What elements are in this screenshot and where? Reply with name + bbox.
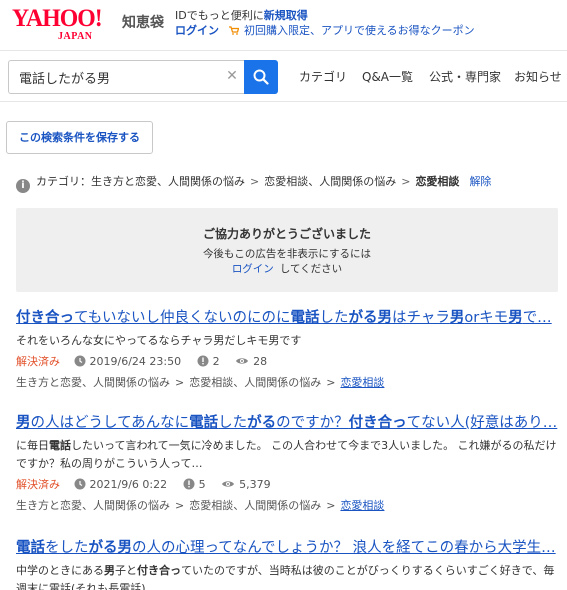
category-filter: i カテゴリ：生き方と恋愛、人間関係の悩み > 恋愛相談、人間関係の悩み > 恋愛相談 解除 bbox=[16, 173, 491, 193]
info-icon: i bbox=[16, 179, 30, 193]
coupon-promo-link[interactable]: 初回購入限定、アプリで使えるお得なクーポン bbox=[244, 24, 475, 37]
result-path-2[interactable]: 恋愛相談、人間関係の悩み bbox=[189, 376, 321, 389]
clock-icon bbox=[74, 478, 85, 490]
save-search-condition-button[interactable]: この検索条件を保存する bbox=[6, 121, 153, 154]
search-box: ✕ bbox=[8, 60, 244, 94]
register-link[interactable]: 新規取得 bbox=[264, 9, 308, 22]
result-item: 電話をしたがる男の人の心理ってなんでしょうか？ 浪人を経てこの春から大学生… 中… bbox=[16, 538, 558, 590]
search-icon bbox=[253, 69, 269, 85]
answer-count: 2 bbox=[212, 355, 220, 368]
cart-icon bbox=[228, 26, 239, 35]
logo-japan-text: JAPAN bbox=[58, 31, 93, 42]
result-path-3[interactable]: 恋愛相談 bbox=[340, 376, 384, 389]
result-snippet: 中学のときにある男子と付き合っていたのですが、当時私は彼のことがびっくりするくら… bbox=[16, 564, 555, 590]
nav-category[interactable]: カテゴリ bbox=[299, 68, 347, 85]
search-bar-row: ✕ カテゴリ Q&A一覧 公式・専門家 お知らせ bbox=[0, 50, 567, 102]
answer-count-icon bbox=[197, 355, 209, 367]
result-path-1[interactable]: 生き方と恋愛、人間関係の悩み bbox=[16, 499, 170, 512]
category-clear-link[interactable]: 解除 bbox=[469, 175, 491, 188]
view-count: 5,379 bbox=[239, 478, 271, 491]
answer-count-icon bbox=[183, 478, 195, 490]
view-count-icon bbox=[236, 358, 249, 364]
logo-chiebukuro-text[interactable]: 知恵袋 bbox=[122, 12, 164, 32]
result-title[interactable]: 付き合ってもいないし仲良くないのにのに電話したがる男はチャラ男orキモ男で… bbox=[16, 308, 558, 328]
category-current: 恋愛相談 bbox=[415, 175, 460, 188]
nav-notices[interactable]: お知らせ bbox=[514, 68, 562, 85]
yahoo-chiebukuro-logo[interactable]: YAHOO! JAPAN bbox=[12, 5, 120, 43]
ad-login-link[interactable]: ログイン bbox=[232, 263, 274, 275]
result-path-1[interactable]: 生き方と恋愛、人間関係の悩み bbox=[16, 376, 170, 389]
search-button[interactable] bbox=[244, 60, 278, 94]
ad-login-suffix: してください bbox=[279, 263, 343, 275]
promo-prefix: IDでもっと便利に bbox=[175, 9, 264, 22]
result-item: 男の人はどうしてあんなに電話したがるのですか？付き合ってない人(好意はあり… に… bbox=[16, 413, 558, 514]
result-title[interactable]: 電話をしたがる男の人の心理ってなんでしょうか？ 浪人を経てこの春から大学生… bbox=[16, 538, 558, 558]
promo-area: IDでもっと便利に新規取得 ログイン 初回購入限定、アプリで使えるお得なクーポン bbox=[175, 8, 475, 38]
result-meta: 解決済み 2021/9/6 0:22 5 5,379 bbox=[16, 477, 558, 493]
category-path-2[interactable]: 恋愛相談、人間関係の悩み bbox=[264, 175, 396, 188]
result-category-path: 生き方と恋愛、人間関係の悩み > 恋愛相談、人間関係の悩み > 恋愛相談 bbox=[16, 376, 385, 389]
search-input[interactable] bbox=[19, 61, 219, 93]
result-meta: 解決済み 2019/6/24 23:50 2 28 bbox=[16, 354, 558, 370]
solved-badge: 解決済み bbox=[16, 478, 60, 491]
result-date: 2019/6/24 23:50 bbox=[89, 355, 182, 368]
view-count: 28 bbox=[253, 355, 268, 368]
result-date: 2021/9/6 0:22 bbox=[89, 478, 168, 491]
category-prefix: カテゴリ： bbox=[36, 175, 91, 188]
result-title[interactable]: 男の人はどうしてあんなに電話したがるのですか？付き合ってない人(好意はあり… bbox=[16, 413, 558, 433]
solved-badge: 解決済み bbox=[16, 355, 60, 368]
result-path-2[interactable]: 恋愛相談、人間関係の悩み bbox=[189, 499, 321, 512]
ad-thanks-title: ご協力ありがとうございました bbox=[202, 227, 371, 241]
result-path-3[interactable]: 恋愛相談 bbox=[340, 499, 384, 512]
result-item: 付き合ってもいないし仲良くないのにのに電話したがる男はチャラ男orキモ男で… そ… bbox=[16, 308, 558, 391]
header: YAHOO! JAPAN 知恵袋 IDでもっと便利に新規取得 ログイン 初回購入… bbox=[0, 0, 567, 50]
view-count-icon bbox=[222, 481, 235, 487]
nav-qa-list[interactable]: Q&A一覧 bbox=[362, 68, 413, 85]
logo-yahoo-text: YAHOO! bbox=[12, 5, 103, 32]
category-path-1[interactable]: 生き方と恋愛、人間関係の悩み bbox=[91, 175, 245, 188]
result-category-path: 生き方と恋愛、人間関係の悩み > 恋愛相談、人間関係の悩み > 恋愛相談 bbox=[16, 499, 385, 512]
result-snippet: に毎日電話したいって言われて一気に冷めました。 この人合わせて今まで3人いました… bbox=[16, 439, 557, 470]
ad-hidden-notice: ご協力ありがとうございました 今後もこの広告を非表示にするには ログイン してくだ… bbox=[16, 208, 558, 292]
ad-hide-message: 今後もこの広告を非表示にするには bbox=[202, 248, 372, 260]
nav-official-expert[interactable]: 公式・専門家 bbox=[429, 68, 501, 85]
login-link[interactable]: ログイン bbox=[175, 24, 219, 37]
result-snippet: それをいろんな女にやってるならチャラ男だしキモ男です bbox=[16, 334, 302, 347]
clock-icon bbox=[74, 355, 85, 367]
answer-count: 5 bbox=[198, 478, 206, 491]
clear-search-icon[interactable]: ✕ bbox=[225, 69, 239, 83]
